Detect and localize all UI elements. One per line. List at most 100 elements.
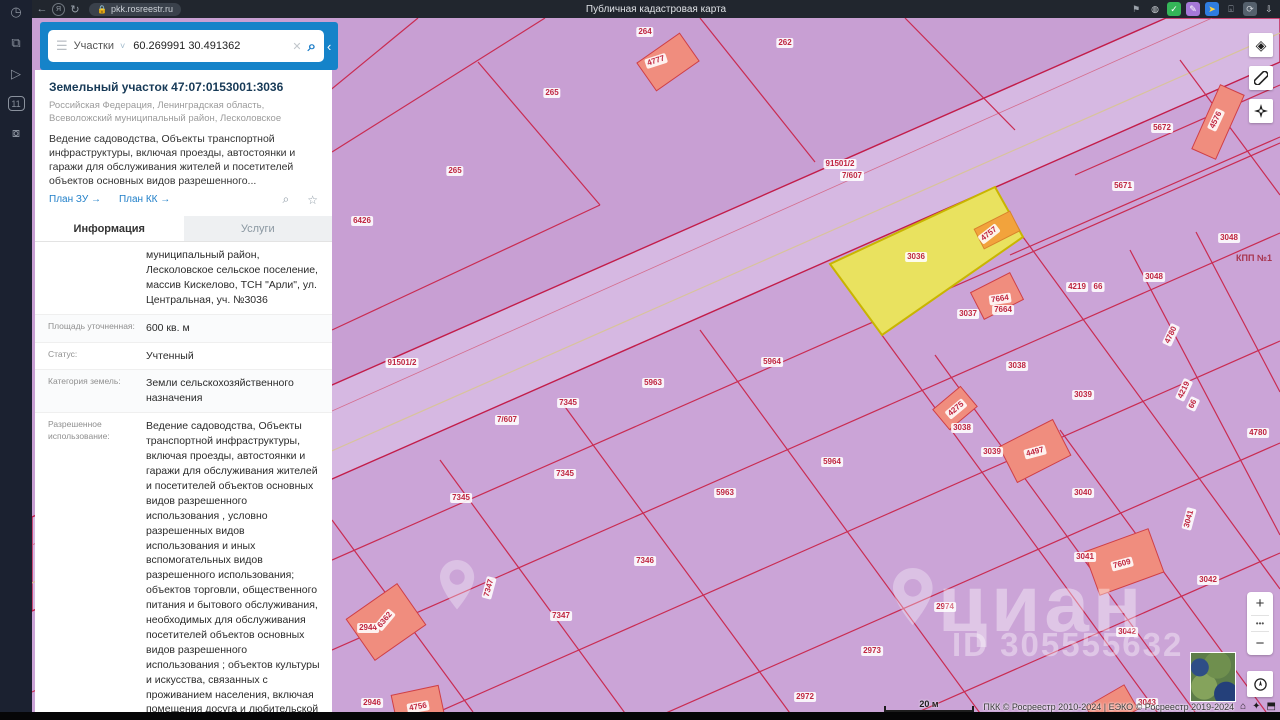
parcel-label-7346[interactable]: 7346 <box>634 556 656 566</box>
search-panel: ☰ Участки ˅ ✕ ⌕ ‹ <box>40 22 338 70</box>
parcel-label-3039[interactable]: 3039 <box>1072 390 1094 400</box>
geolocation-button[interactable] <box>1247 671 1273 697</box>
parcel-label-7345[interactable]: 7345 <box>450 493 472 503</box>
parcel-label-3041[interactable]: 3041 <box>1074 552 1096 562</box>
video-icon[interactable]: ▷ <box>7 65 25 83</box>
parcel-label-7347[interactable]: 7347 <box>550 611 572 621</box>
parcel-label-5672[interactable]: 5672 <box>1151 123 1173 133</box>
parcel-label-7345[interactable]: 7345 <box>557 398 579 408</box>
attr-row-address: муниципальный район, Лесколовское сельск… <box>35 242 332 315</box>
zoom-out-button[interactable]: − <box>1247 632 1273 655</box>
attr-row-area: Площадь уточненная: 600 кв. м <box>35 314 332 343</box>
browser-topbar: ← Я ↻ 🔒 pkk.rosreestr.ru Публичная кадас… <box>32 0 1280 18</box>
bookmark-icon[interactable]: ⚑ <box>1129 2 1143 16</box>
measure-ruler-icon[interactable] <box>1249 66 1273 90</box>
alice-icon[interactable]: ◍ <box>1148 2 1162 16</box>
plan-zu-link[interactable]: План ЗУ → <box>49 194 101 205</box>
search-bar[interactable]: ☰ Участки ˅ ✕ ⌕ <box>48 30 324 62</box>
refresh-icon[interactable]: ↻ <box>65 3 85 16</box>
parcel-label-3048[interactable]: 3048 <box>1143 272 1165 282</box>
search-category-select[interactable]: Участки <box>74 40 114 52</box>
parcel-label-5964[interactable]: 5964 <box>761 357 783 367</box>
star-icon[interactable]: ☆ <box>307 193 318 207</box>
parcel-label-5671[interactable]: 5671 <box>1112 181 1134 191</box>
parcel-label-91501/2[interactable]: 91501/2 <box>823 159 857 169</box>
navigator-icon[interactable]: ➤ <box>1205 2 1219 16</box>
page-title: Публичная кадастровая карта <box>585 3 727 15</box>
zoom-in-button[interactable]: + <box>1247 592 1273 615</box>
parcel-label-6426[interactable]: 6426 <box>351 216 373 226</box>
parcel-label-265[interactable]: 265 <box>446 166 464 176</box>
parcel-label-2973[interactable]: 2973 <box>861 646 883 656</box>
mode-icon[interactable]: ✦ <box>1252 701 1260 712</box>
parcel-label-7345[interactable]: 7345 <box>554 469 576 479</box>
overview-minimap[interactable] <box>1190 652 1236 702</box>
tab-information[interactable]: Информация <box>35 216 184 241</box>
search-icon[interactable]: ⌕ <box>308 38 316 55</box>
parcel-label-7/607[interactable]: 7/607 <box>494 415 520 425</box>
parcel-label-3042[interactable]: 3042 <box>1197 575 1219 585</box>
parcel-label-4219[interactable]: 4219 <box>1066 282 1088 292</box>
parcel-label-3039[interactable]: 3039 <box>981 447 1003 457</box>
bottom-black-strip <box>0 712 1280 720</box>
fullscreen-icon[interactable]: ⬒ <box>1267 701 1276 712</box>
parcel-label-265[interactable]: 265 <box>543 88 561 98</box>
yandex-icon[interactable]: Я <box>52 2 65 16</box>
parcel-description-short: Ведение садоводства, Объекты транспортно… <box>49 133 296 186</box>
parcel-label-66[interactable]: 66 <box>1091 282 1105 292</box>
address-bar[interactable]: 🔒 pkk.rosreestr.ru <box>89 2 181 16</box>
screenshot-icon[interactable]: ⧇ <box>7 124 25 142</box>
dictionary-icon[interactable]: ⌺ <box>1224 2 1238 16</box>
attr-row-permitted-use: Разрешенное использование: Ведение садов… <box>35 413 332 712</box>
parcel-label-7/607[interactable]: 7/607 <box>839 171 865 181</box>
map-toolbar: ◈ <box>1249 33 1273 123</box>
parcel-label-2974[interactable]: 2974 <box>934 602 956 612</box>
parcel-label-5963[interactable]: 5963 <box>714 488 736 498</box>
position-crosshair-icon[interactable] <box>1249 99 1273 123</box>
screen: 264 4777 262 265 265 6426 91501/2 7/607 5672 4576… <box>0 0 1280 720</box>
parcel-label-3048[interactable]: 3048 <box>1218 233 1240 243</box>
parcel-label-3036[interactable]: 3036 <box>905 252 927 262</box>
extension-sync-icon[interactable]: ⟳ <box>1243 2 1257 16</box>
parcel-label-3038[interactable]: 3038 <box>951 423 973 433</box>
parcel-label-91501/2[interactable]: 91501/2 <box>385 358 419 368</box>
parcel-label-4780[interactable]: 4780 <box>1247 428 1269 438</box>
adblock-feather-icon[interactable]: ✎ <box>1186 2 1200 16</box>
attr-row-status: Статус: Учтенный <box>35 343 332 371</box>
doc-zoom-icon[interactable]: ⌕ <box>283 192 290 207</box>
parcel-label-264[interactable]: 264 <box>636 27 654 37</box>
parcel-label-3040[interactable]: 3040 <box>1072 488 1094 498</box>
history-icon[interactable]: ◷ <box>7 3 25 21</box>
parcel-title: Земельный участок 47:07:0153001:3036 <box>49 80 284 94</box>
layers-icon[interactable]: ◈ <box>1249 33 1273 57</box>
tab-services[interactable]: Услуги <box>183 216 332 241</box>
parcel-label-3038[interactable]: 3038 <box>1006 361 1028 371</box>
menu-icon[interactable]: ☰ <box>56 38 68 54</box>
parcel-label-7664[interactable]: 7664 <box>992 305 1014 315</box>
collections-icon[interactable]: ⧉ <box>7 34 25 52</box>
attribution-text: ПКК © Росреестр 2010-2024 | ЕЭКО © Росре… <box>983 701 1235 712</box>
home-icon[interactable]: ⌂ <box>1240 701 1246 712</box>
back-icon[interactable]: ← <box>32 3 52 15</box>
parcel-label-2946[interactable]: 2946 <box>361 698 383 708</box>
collapse-panel-icon[interactable]: ‹ <box>327 39 331 54</box>
download-icon[interactable]: ⇩ <box>1262 2 1276 16</box>
search-input[interactable] <box>131 39 287 53</box>
map-attribution-row: ПКК © Росреестр 2010-2024 | ЕЭКО © Росре… <box>700 701 1276 712</box>
tab-counter[interactable]: 11 <box>7 96 25 111</box>
plan-kk-link[interactable]: План КК → <box>119 194 170 205</box>
clear-icon[interactable]: ✕ <box>292 40 301 53</box>
attr-row-category: Категория земель: Земли сельскохозяйстве… <box>35 370 332 414</box>
chevron-down-icon[interactable]: ˅ <box>120 41 125 51</box>
parcel-label-5963[interactable]: 5963 <box>642 378 664 388</box>
extension-icons: ⚑ ◍ ✓ ✎ ➤ ⌺ ⟳ ⇩ <box>1129 0 1276 18</box>
parcel-label-3037[interactable]: 3037 <box>957 309 979 319</box>
zoom-controls: + ••• − <box>1247 592 1273 655</box>
parcel-label-КПП №1[interactable]: КПП №1 <box>1234 253 1274 263</box>
parcel-label-3042[interactable]: 3042 <box>1116 627 1138 637</box>
parcel-label-262[interactable]: 262 <box>776 38 794 48</box>
protect-shield-icon[interactable]: ✓ <box>1167 2 1181 16</box>
parcel-address-short: Российская Федерация, Ленинградская обла… <box>49 100 303 126</box>
parcel-label-5964[interactable]: 5964 <box>821 457 843 467</box>
zoom-options-button[interactable]: ••• <box>1247 616 1273 631</box>
